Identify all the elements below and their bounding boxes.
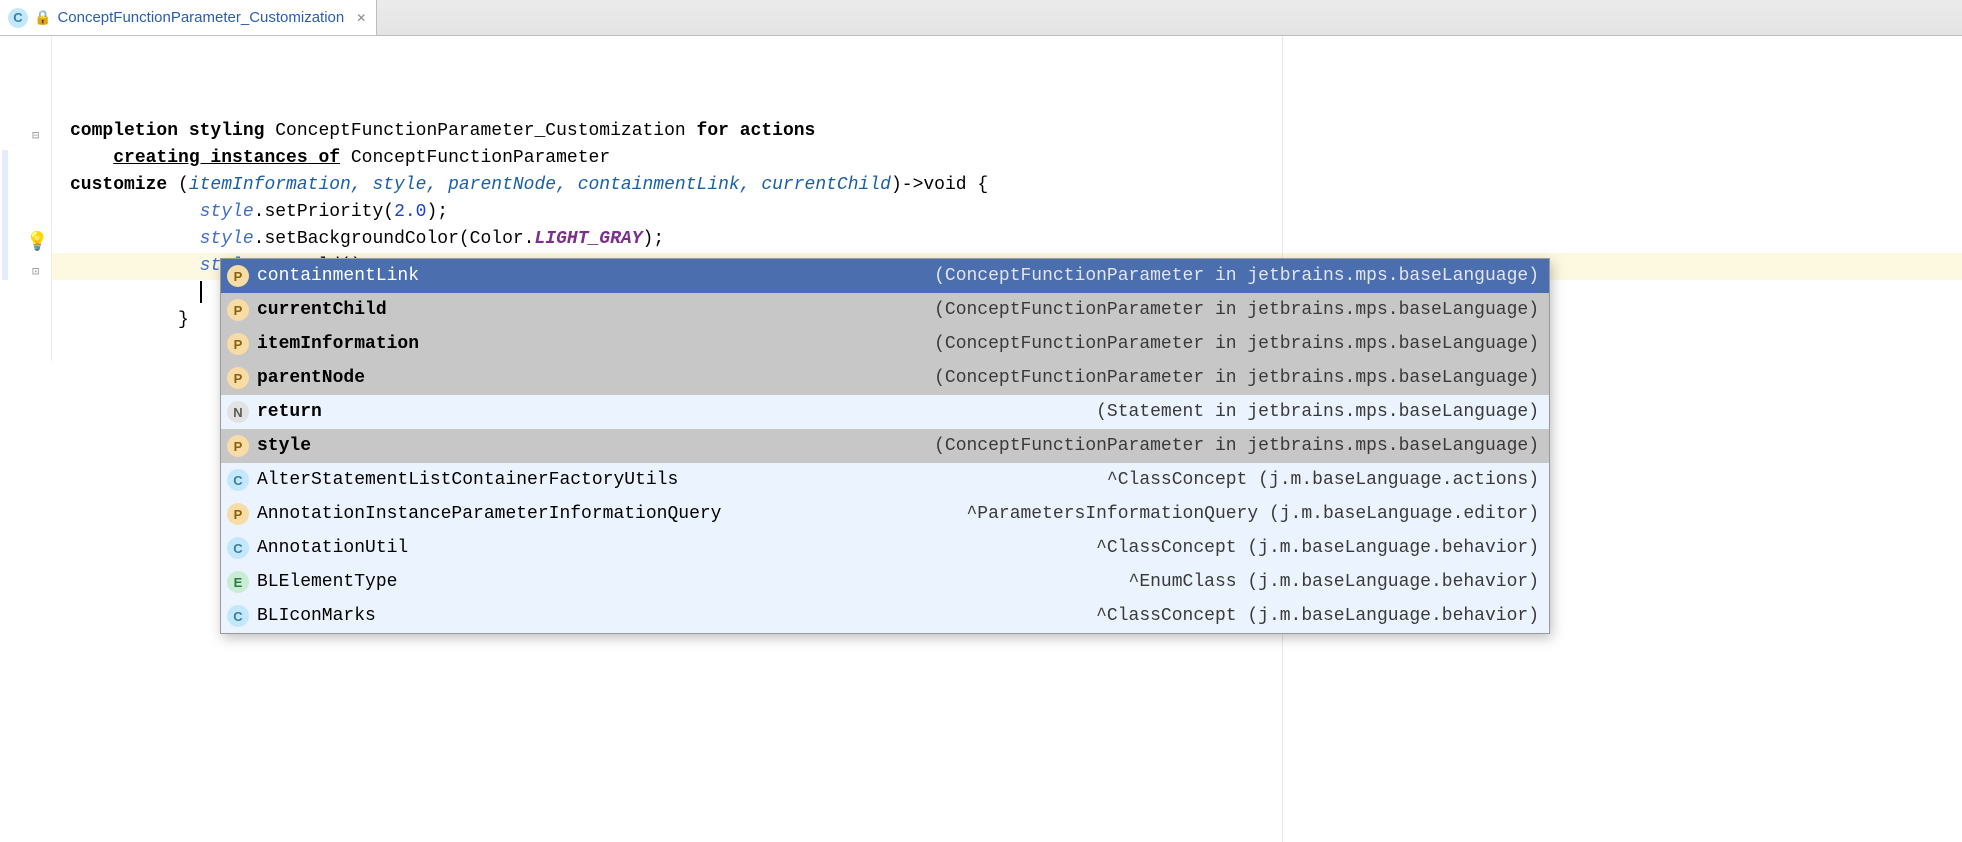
- completion-kind-icon: C: [227, 605, 249, 627]
- completion-item[interactable]: C AlterStatementListContainerFactoryUtils…: [221, 463, 1549, 497]
- completion-name: AlterStatementListContainerFactoryUtils: [257, 470, 678, 490]
- concept-icon: C: [8, 8, 28, 28]
- completion-name: BLIconMarks: [257, 606, 376, 626]
- completion-kind-icon: P: [227, 299, 249, 321]
- completion-item[interactable]: E BLElementType ^EnumClass (j.m.baseLangua…: [221, 565, 1549, 599]
- completion-kind-icon: C: [227, 469, 249, 491]
- completion-item[interactable]: Nreturn (Statement in jetbrains.mps.baseL…: [221, 395, 1549, 429]
- l1-num: 2.0: [394, 202, 426, 222]
- l1-call: .setPriority(: [254, 202, 394, 222]
- kw-completion: completion styling: [70, 121, 264, 141]
- completion-kind-icon: P: [227, 265, 249, 287]
- lock-icon: 🔒: [34, 9, 51, 26]
- kw-creating: creating instances of: [113, 148, 340, 168]
- completion-detail: ^EnumClass (j.m.baseLanguage.behavior): [1129, 572, 1539, 592]
- completion-detail: ^ClassConcept (j.m.baseLanguage.actions): [1107, 470, 1539, 490]
- completion-name: style: [257, 436, 311, 456]
- completion-name: return: [257, 402, 322, 422]
- change-bar: [2, 150, 8, 280]
- completion-name: parentNode: [257, 368, 365, 388]
- completion-name: itemInformation: [257, 334, 419, 354]
- completion-detail: (ConceptFunctionParameter in jetbrains.m…: [934, 436, 1539, 456]
- l2-var: style: [200, 229, 254, 249]
- completion-item[interactable]: PcontainmentLink (ConceptFunctionParamete…: [221, 259, 1549, 293]
- completion-name: AnnotationUtil: [257, 538, 408, 558]
- fold-close-icon[interactable]: ⊡: [32, 264, 39, 279]
- close-icon[interactable]: ✕: [356, 11, 366, 25]
- tab-title: ConceptFunctionParameter_Customization: [57, 9, 344, 26]
- completion-kind-icon: P: [227, 333, 249, 355]
- completion-kind-icon: P: [227, 367, 249, 389]
- completion-item[interactable]: PcurrentChild (ConceptFunctionParameter i…: [221, 293, 1549, 327]
- concept-name: ConceptFunctionParameter_Customization: [275, 121, 685, 141]
- completion-detail: ^ParametersInformationQuery (j.m.baseLan…: [967, 504, 1540, 524]
- completion-detail: ^ClassConcept (j.m.baseLanguage.behavior…: [1096, 538, 1539, 558]
- completion-kind-icon: N: [227, 401, 249, 423]
- ret-type: ->void {: [902, 175, 988, 195]
- intention-bulb-icon[interactable]: 💡: [26, 231, 44, 249]
- kw-customize: customize: [70, 175, 167, 195]
- l2-end: );: [643, 229, 665, 249]
- completion-detail: (ConceptFunctionParameter in jetbrains.m…: [934, 368, 1539, 388]
- completion-item[interactable]: Pstyle (ConceptFunctionParameter in jetbr…: [221, 429, 1549, 463]
- gutter: ⊟ 💡 ⊡: [0, 36, 52, 361]
- completion-item[interactable]: PitemInformation (ConceptFunctionParamete…: [221, 327, 1549, 361]
- completion-item[interactable]: C BLIconMarks ^ClassConcept (j.m.baseLangu…: [221, 599, 1549, 633]
- completion-detail: (ConceptFunctionParameter in jetbrains.m…: [934, 334, 1539, 354]
- completion-detail: (ConceptFunctionParameter in jetbrains.m…: [934, 266, 1539, 286]
- target-concept: ConceptFunctionParameter: [351, 148, 610, 168]
- editor-tab[interactable]: C 🔒 ConceptFunctionParameter_Customizati…: [0, 0, 377, 35]
- completion-popup[interactable]: PcontainmentLink (ConceptFunctionParamete…: [220, 258, 1550, 634]
- l1-var: style: [200, 202, 254, 222]
- completion-detail: (ConceptFunctionParameter in jetbrains.m…: [934, 300, 1539, 320]
- tab-bar: C 🔒 ConceptFunctionParameter_Customizati…: [0, 0, 1962, 36]
- close-brace: }: [178, 310, 189, 330]
- completion-name: containmentLink: [257, 266, 419, 286]
- completion-item[interactable]: P AnnotationInstanceParameterInformationQ…: [221, 497, 1549, 531]
- params: itemInformation, style, parentNode, cont…: [189, 175, 891, 195]
- l2-call: .setBackgroundColor(Color.: [254, 229, 535, 249]
- completion-kind-icon: P: [227, 435, 249, 457]
- completion-name: currentChild: [257, 300, 387, 320]
- kw-for: for actions: [697, 121, 816, 141]
- completion-detail: (Statement in jetbrains.mps.baseLanguage…: [1096, 402, 1539, 422]
- completion-item[interactable]: PparentNode (ConceptFunctionParameter in …: [221, 361, 1549, 395]
- completion-kind-icon: E: [227, 571, 249, 593]
- fold-open-icon[interactable]: ⊟: [32, 128, 39, 143]
- l2-enum: LIGHT_GRAY: [535, 229, 643, 249]
- completion-detail: ^ClassConcept (j.m.baseLanguage.behavior…: [1096, 606, 1539, 626]
- completion-item[interactable]: C AnnotationUtil ^ClassConcept (j.m.baseLa…: [221, 531, 1549, 565]
- completion-kind-icon: C: [227, 537, 249, 559]
- completion-name: BLElementType: [257, 572, 397, 592]
- l1-end: );: [426, 202, 448, 222]
- text-caret: [200, 281, 202, 303]
- completion-kind-icon: P: [227, 503, 249, 525]
- completion-name: AnnotationInstanceParameterInformationQu…: [257, 504, 721, 524]
